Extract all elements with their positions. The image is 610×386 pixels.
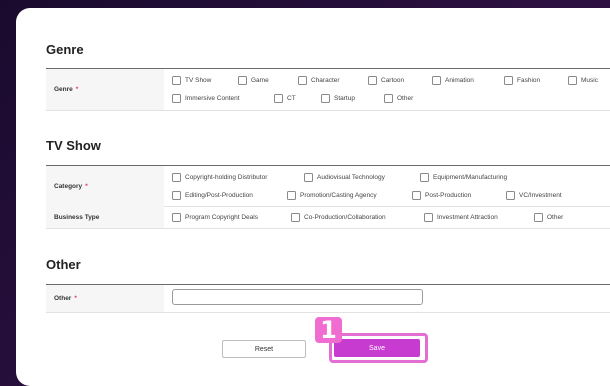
checkbox[interactable] bbox=[172, 173, 181, 182]
category-row: Category * Copyright-holding Distributor … bbox=[46, 166, 610, 207]
business-option-investment-attraction[interactable]: Investment Attraction bbox=[424, 213, 498, 222]
form-card: Genre Genre * TV Show Game Character Cart… bbox=[16, 8, 610, 386]
category-label-text: Category bbox=[54, 182, 83, 190]
option-label: Promotion/Casting Agency bbox=[300, 192, 377, 199]
business-type-row-label: Business Type bbox=[46, 206, 164, 228]
option-label: Animation bbox=[445, 77, 474, 84]
option-label: Co-Production/Collaboration bbox=[304, 214, 386, 221]
option-label: Startup bbox=[334, 95, 355, 102]
checkbox[interactable] bbox=[298, 76, 307, 85]
checkbox[interactable] bbox=[304, 173, 313, 182]
checkbox[interactable] bbox=[424, 213, 433, 222]
genre-label-text: Genre bbox=[54, 86, 73, 93]
category-option-equipment-manufacturing[interactable]: Equipment/Manufacturing bbox=[420, 173, 507, 182]
checkbox[interactable] bbox=[506, 191, 515, 200]
option-label: Fashion bbox=[517, 77, 541, 84]
category-option-copyright-distributor[interactable]: Copyright-holding Distributor bbox=[172, 173, 267, 182]
checkbox[interactable] bbox=[238, 76, 247, 85]
option-label: Immersive Content bbox=[185, 95, 240, 102]
checkbox[interactable] bbox=[274, 94, 283, 103]
other-label-text: Other bbox=[54, 295, 72, 302]
checkbox[interactable] bbox=[172, 213, 181, 222]
checkbox[interactable] bbox=[291, 213, 300, 222]
category-option-vc-investment[interactable]: VC/Investment bbox=[506, 191, 562, 200]
genre-option-startup[interactable]: Startup bbox=[321, 94, 355, 103]
step-badge: 1 bbox=[315, 316, 342, 344]
category-option-promotion-casting-agency[interactable]: Promotion/Casting Agency bbox=[287, 191, 377, 200]
save-button[interactable]: Save bbox=[334, 339, 420, 357]
checkbox[interactable] bbox=[412, 191, 421, 200]
option-label: Program Copyright Deals bbox=[185, 214, 258, 221]
section-title-tv-show: TV Show bbox=[46, 138, 101, 153]
genre-option-other[interactable]: Other bbox=[384, 94, 413, 103]
required-marker: * bbox=[74, 295, 77, 302]
checkbox[interactable] bbox=[568, 76, 577, 85]
checkbox[interactable] bbox=[172, 76, 181, 85]
genre-option-ct[interactable]: CT bbox=[274, 94, 296, 103]
category-option-editing-post-production[interactable]: Editing/Post-Production bbox=[172, 191, 253, 200]
business-type-label-text: Business Type bbox=[54, 213, 100, 221]
genre-option-animation[interactable]: Animation bbox=[432, 76, 474, 85]
other-text-input[interactable] bbox=[172, 289, 423, 305]
option-label: Copyright-holding Distributor bbox=[185, 174, 268, 181]
category-option-audiovisual-technology[interactable]: Audiovisual Technology bbox=[304, 173, 385, 182]
other-row-label: Other * bbox=[46, 285, 164, 312]
option-label: Other bbox=[547, 214, 564, 221]
checkbox[interactable] bbox=[172, 94, 181, 103]
checkbox[interactable] bbox=[420, 173, 429, 182]
checkbox[interactable] bbox=[172, 191, 181, 200]
checkbox[interactable] bbox=[384, 94, 393, 103]
required-marker: * bbox=[75, 86, 79, 93]
category-option-post-production[interactable]: Post-Production bbox=[412, 191, 471, 200]
option-label: CT bbox=[287, 95, 296, 102]
checkbox[interactable] bbox=[368, 76, 377, 85]
tv-show-table: Category * Copyright-holding Distributor … bbox=[46, 165, 610, 229]
option-label: Audiovisual Technology bbox=[317, 174, 385, 181]
business-option-other[interactable]: Other bbox=[534, 213, 563, 222]
genre-option-fashion[interactable]: Fashion bbox=[504, 76, 540, 85]
genre-table: Genre * TV Show Game Character Cartoon An… bbox=[46, 68, 610, 111]
genre-option-game[interactable]: Game bbox=[238, 76, 269, 85]
business-option-co-production[interactable]: Co-Production/Collaboration bbox=[291, 213, 386, 222]
checkbox[interactable] bbox=[287, 191, 296, 200]
genre-option-character[interactable]: Character bbox=[298, 76, 340, 85]
option-label: VC/Investment bbox=[519, 192, 562, 199]
category-row-label: Category * bbox=[46, 166, 164, 206]
genre-option-cartoon[interactable]: Cartoon bbox=[368, 76, 404, 85]
checkbox[interactable] bbox=[321, 94, 330, 103]
option-label: Game bbox=[251, 77, 269, 84]
option-label: Music bbox=[581, 77, 598, 84]
option-label: Investment Attraction bbox=[437, 214, 498, 221]
option-label: Character bbox=[311, 77, 340, 84]
option-label: TV Show bbox=[185, 77, 212, 84]
genre-row-label: Genre * bbox=[46, 69, 164, 110]
reset-button[interactable]: Reset bbox=[222, 340, 306, 358]
section-title-genre: Genre bbox=[46, 42, 84, 57]
checkbox[interactable] bbox=[534, 213, 543, 222]
genre-option-immersive-content[interactable]: Immersive Content bbox=[172, 94, 240, 103]
business-type-row: Business Type Program Copyright Deals Co… bbox=[46, 206, 610, 229]
option-label: Editing/Post-Production bbox=[185, 192, 253, 199]
genre-option-music[interactable]: Music bbox=[568, 76, 598, 85]
option-label: Cartoon bbox=[381, 77, 405, 84]
required-marker: * bbox=[85, 182, 88, 190]
checkbox[interactable] bbox=[504, 76, 513, 85]
option-label: Other bbox=[397, 95, 414, 102]
option-label: Post-Production bbox=[425, 192, 472, 199]
business-option-program-copyright-deals[interactable]: Program Copyright Deals bbox=[172, 213, 258, 222]
section-title-other: Other bbox=[46, 257, 81, 272]
checkbox[interactable] bbox=[432, 76, 441, 85]
option-label: Equipment/Manufacturing bbox=[433, 174, 508, 181]
genre-option-tv-show[interactable]: TV Show bbox=[172, 76, 211, 85]
genre-row: Genre * TV Show Game Character Cartoon An… bbox=[46, 69, 610, 111]
